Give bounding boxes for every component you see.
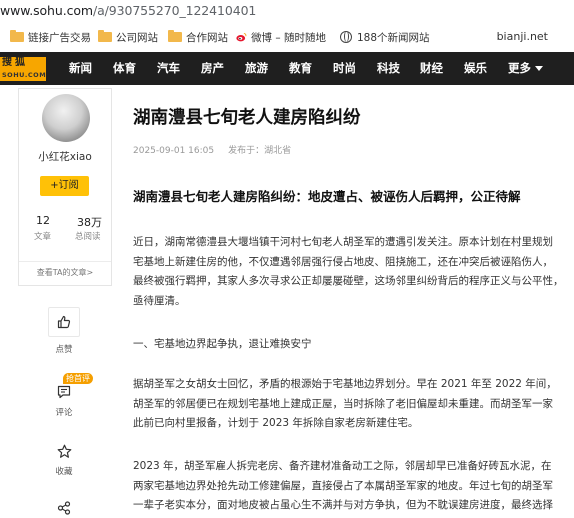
- bookmark-label: 合作网站: [186, 31, 228, 44]
- logo-text: 搜狐: [2, 57, 28, 68]
- text-line: 一辈子老实本分，面对地皮被占虽心生不满并与对方争执，但为不耽误建房进度，最终选择: [133, 499, 553, 511]
- star-icon: [57, 444, 71, 458]
- share-icon: [57, 501, 71, 515]
- nav-item-education[interactable]: 教育: [289, 60, 312, 76]
- nav-item-realestate[interactable]: 房产: [201, 60, 224, 76]
- folder-icon: [98, 30, 112, 42]
- text-line: 2023 年，胡圣军雇人拆完老房、备齐建材准备动工之际，邻居却早已准备好砖瓦水泥…: [133, 460, 552, 472]
- bookmark-news-sites[interactable]: 188个新闻网站: [340, 22, 430, 52]
- bookmark-partner[interactable]: 合作网站: [168, 22, 228, 52]
- text-line: 此前已向村里报备，计划于 2023 年拆除自家老房新建住宅。: [133, 417, 419, 429]
- url-host: www.sohu.com: [0, 3, 93, 18]
- address-bar[interactable]: www.sohu.com/a/930755270_122410401: [0, 0, 574, 22]
- nav-item-auto[interactable]: 汽车: [157, 60, 180, 76]
- bookmark-label: 公司网站: [116, 31, 158, 44]
- logo-subtext: SOHU.COM: [2, 71, 47, 79]
- chevron-down-icon: [535, 66, 543, 71]
- bookmark-weibo[interactable]: 微博 – 随时随地: [236, 22, 326, 52]
- comment-label: 评论: [55, 408, 73, 418]
- nav-item-travel[interactable]: 旅游: [245, 60, 268, 76]
- nav-item-news[interactable]: 新闻: [69, 60, 92, 76]
- nav-item-tech[interactable]: 科技: [377, 60, 400, 76]
- folder-icon: [10, 30, 24, 42]
- bookmark-label: 188个新闻网站: [357, 31, 430, 44]
- nav-more-label: 更多: [508, 61, 531, 75]
- section-heading-1: 一、宅基地边界起争执，退让难换安宁: [133, 335, 573, 355]
- articles-count: 12: [36, 214, 50, 227]
- views-count: 38万: [77, 216, 102, 229]
- weibo-icon: [236, 32, 247, 42]
- text-line: 最终被强行羁押，其家人多次寻求公正却屡屡碰壁，这场邻里纠纷背后的程序正义与公平性…: [133, 275, 564, 287]
- like-action[interactable]: 点赞: [47, 307, 81, 355]
- bookmarks-bar: 链接广告交易 公司网站 合作网站 微博 – 随时随地 188个新闻网站 bian…: [0, 22, 574, 53]
- text-line: 近日，湖南常德澧县大堰垱镇干河村七旬老人胡圣军的遭遇引发关注。原本计划在村里规划: [133, 236, 553, 248]
- text-line: 两家宅基地边界处抢先动工修建偏屋，直接侵占了本属胡圣军家的地皮。年过七旬的胡圣军: [133, 479, 553, 492]
- avatar[interactable]: [42, 94, 90, 142]
- comment-icon: [57, 385, 71, 399]
- text-line: 一、宅基地边界起争执，退让难换安宁: [133, 338, 312, 350]
- url-text[interactable]: www.sohu.com/a/930755270_122410401: [0, 3, 256, 18]
- favorite-label: 收藏: [55, 467, 73, 477]
- sohu-logo[interactable]: 搜狐 SOHU.COM: [0, 57, 46, 81]
- author-card: 小红花xiao +订阅 12 文章 38万 总阅读 查看TA的文章>: [18, 88, 112, 286]
- card-divider: [19, 261, 111, 262]
- first-comment-badge: 抢首评: [63, 373, 93, 384]
- article-paragraph-2: 据胡圣军之女胡女士回忆，矛盾的根源始于宅基地边界划分。早在 2021 年至 20…: [133, 375, 573, 434]
- like-label: 点赞: [55, 345, 73, 355]
- nav-item-more[interactable]: 更多: [508, 60, 543, 76]
- article-title: 湖南澧县七旬老人建房陷纠纷: [133, 108, 361, 128]
- articles-label: 文章: [34, 232, 52, 242]
- bookmark-bianji[interactable]: bianji.net: [497, 30, 548, 43]
- favorite-button[interactable]: [49, 437, 79, 465]
- favorite-action[interactable]: 收藏: [47, 437, 81, 477]
- like-button[interactable]: [48, 307, 80, 337]
- views-label: 总阅读: [75, 232, 101, 242]
- subscribe-button[interactable]: +订阅: [40, 176, 89, 196]
- comment-action[interactable]: 抢首评 评论: [47, 373, 93, 418]
- article-location: 发布于：湖北省: [228, 146, 292, 156]
- bookmark-links-ad[interactable]: 链接广告交易: [10, 22, 91, 52]
- top-nav: 搜狐 SOHU.COM 新闻 体育 汽车 房产 旅游 教育 时尚 科技 财经 娱…: [0, 52, 574, 85]
- thumbs-up-icon: [57, 315, 71, 329]
- article-paragraph-1: 近日，湖南常德澧县大堰垱镇干河村七旬老人胡圣军的遭遇引发关注。原本计划在村里规划…: [133, 233, 573, 311]
- globe-icon: [340, 31, 352, 43]
- author-name[interactable]: 小红花xiao: [19, 149, 111, 164]
- bookmark-company[interactable]: 公司网站: [98, 22, 158, 52]
- article-subtitle: 湖南澧县七旬老人建房陷纠纷：地皮遭占、被诬伤人后羁押，公正待解: [133, 189, 521, 204]
- article-date: 2025-09-01 16:05: [133, 146, 215, 156]
- text-line: 宅基地上新建住房的他，不仅遭遇邻居强行侵占地皮、阻挠施工，还在冲突后被诬陷伤人，: [133, 255, 553, 268]
- text-line: 亟待厘清。: [133, 294, 186, 307]
- nav-item-sports[interactable]: 体育: [113, 60, 136, 76]
- see-author-articles-link[interactable]: 查看TA的文章>: [19, 267, 111, 278]
- url-path: /a/930755270_122410401: [92, 3, 257, 18]
- share-button[interactable]: [49, 498, 79, 518]
- text-line: 胡圣军的邻居便已在规划宅基地上建成正屋，当时拆除了老旧偏屋却未重建。而胡圣军一家: [133, 397, 553, 410]
- nav-item-finance[interactable]: 财经: [420, 60, 443, 76]
- article-paragraph-3: 2023 年，胡圣军雇人拆完老房、备齐建材准备动工之际，邻居却早已准备好砖瓦水泥…: [133, 457, 573, 516]
- bookmark-label: 链接广告交易: [28, 31, 91, 44]
- bookmark-label: 微博 – 随时随地: [251, 31, 326, 44]
- text-line: 据胡圣军之女胡女士回忆，矛盾的根源始于宅基地边界划分。早在 2021 年至 20…: [133, 378, 557, 390]
- nav-item-fashion[interactable]: 时尚: [333, 60, 356, 76]
- article-meta: 2025-09-01 16:05 发布于：湖北省: [133, 143, 291, 156]
- share-action[interactable]: [47, 498, 81, 518]
- nav-item-entertainment[interactable]: 娱乐: [464, 60, 487, 76]
- folder-icon: [168, 30, 182, 42]
